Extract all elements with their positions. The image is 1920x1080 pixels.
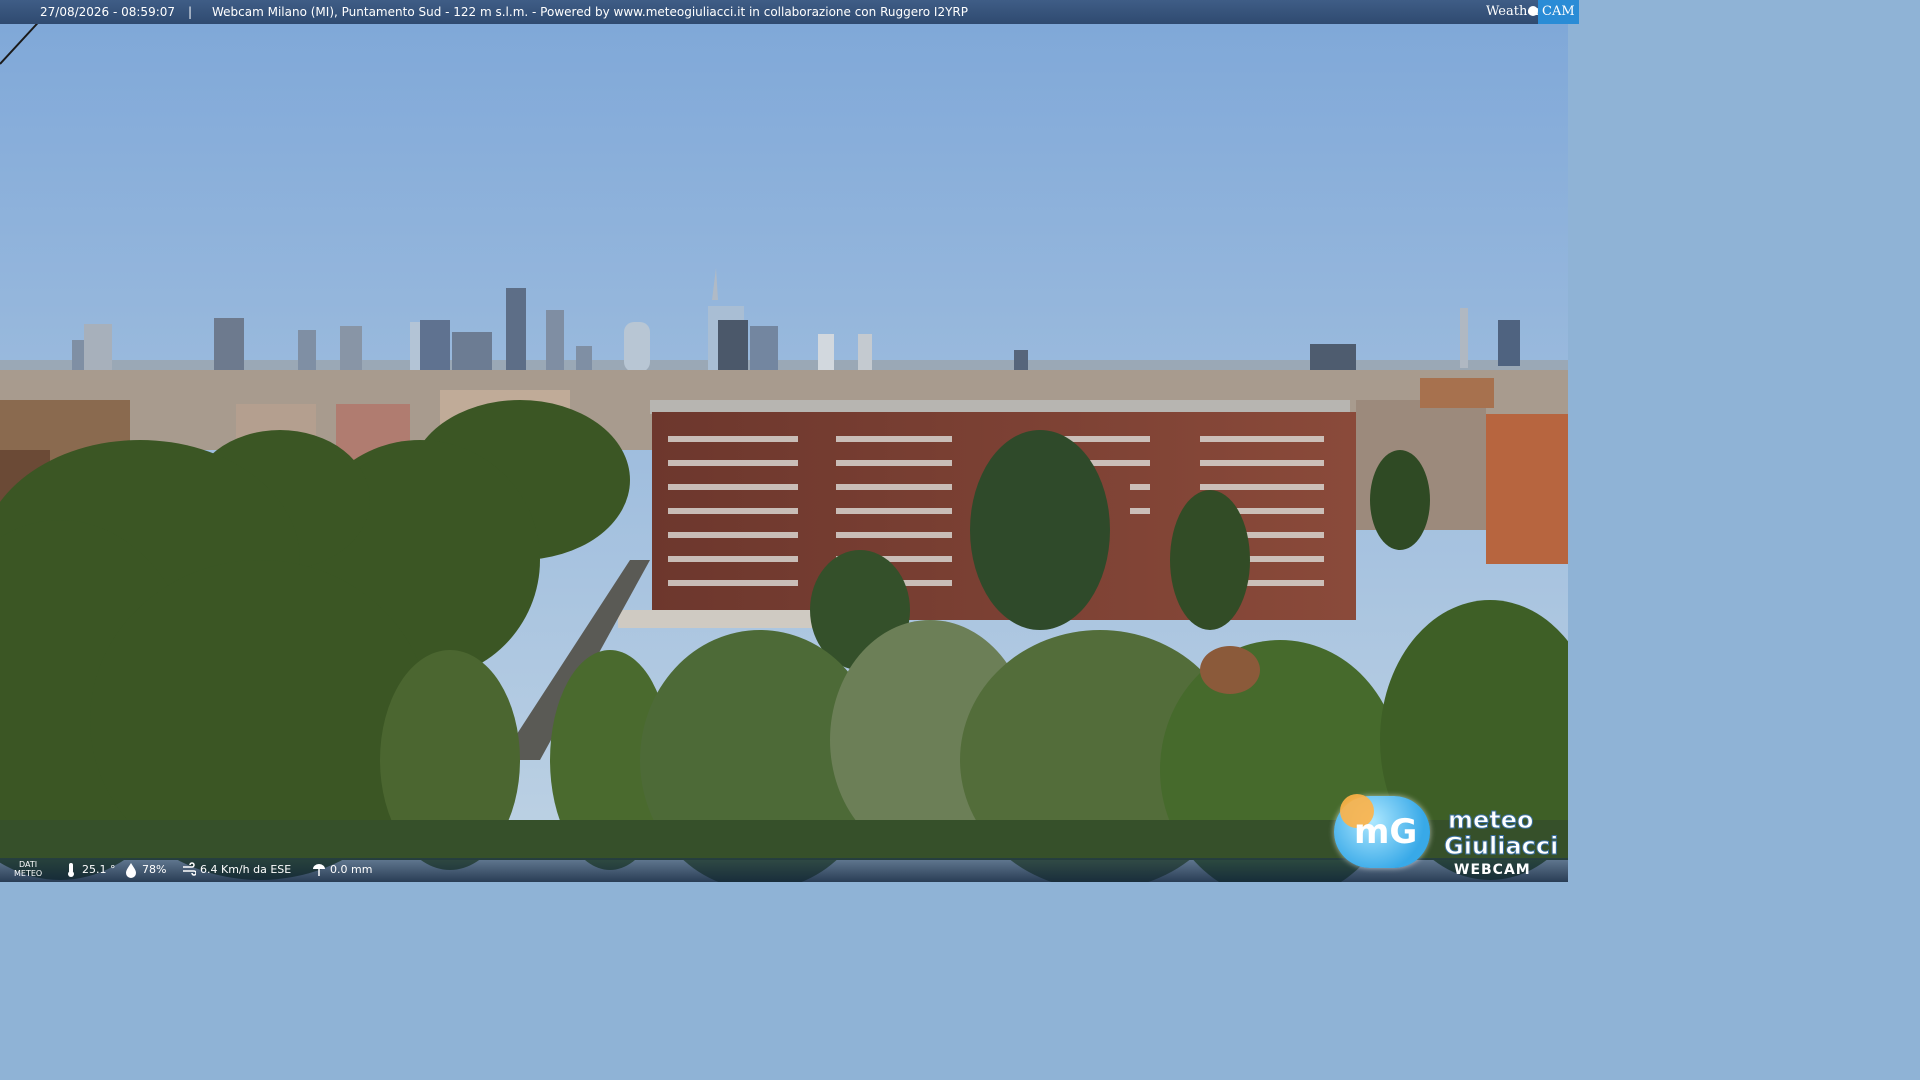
- brand-dot-icon: [1528, 6, 1538, 16]
- humidity-icon: [126, 863, 136, 878]
- separator: |: [188, 5, 193, 19]
- weathercam-logo: Weather CAM: [1484, 0, 1579, 24]
- wind-readout: 6.4 Km/h da ESE: [182, 858, 291, 882]
- top-info-bar: 27/08/2026 - 08:59:07 | Webcam Milano (M…: [0, 0, 1579, 24]
- wind-value: 6.4 Km/h da ESE: [200, 863, 292, 876]
- timestamp: 27/08/2026 - 08:59:07: [40, 5, 176, 19]
- dati-meteo-label: DATI METEO: [14, 860, 43, 878]
- meteo-giuliacci-logo: mG meteo Giuliacci WEBCAM: [1328, 790, 1568, 882]
- rain-icon: [313, 864, 325, 876]
- rain-value: 0.0 mm: [330, 863, 373, 876]
- logo-line2: Giuliacci: [1443, 832, 1559, 861]
- logo-line1: meteo: [1448, 806, 1535, 835]
- rain-readout: 0.0 mm: [312, 858, 372, 882]
- humidity-value: 78%: [142, 863, 167, 876]
- wind-icon: [183, 862, 196, 876]
- webcam-caption: Webcam Milano (MI), Puntamento Sud - 122…: [212, 5, 968, 19]
- humidity-readout: 78%: [124, 858, 166, 882]
- webcam-image: [0, 0, 1568, 882]
- temperature-value: 25.1 °: [82, 863, 116, 876]
- logo-line3: WEBCAM: [1454, 862, 1531, 878]
- thermometer-icon: [68, 863, 74, 877]
- logo-mark: mG: [1354, 812, 1418, 852]
- temperature-readout: 25.1 °: [64, 858, 116, 882]
- brand-cam: CAM: [1538, 0, 1579, 24]
